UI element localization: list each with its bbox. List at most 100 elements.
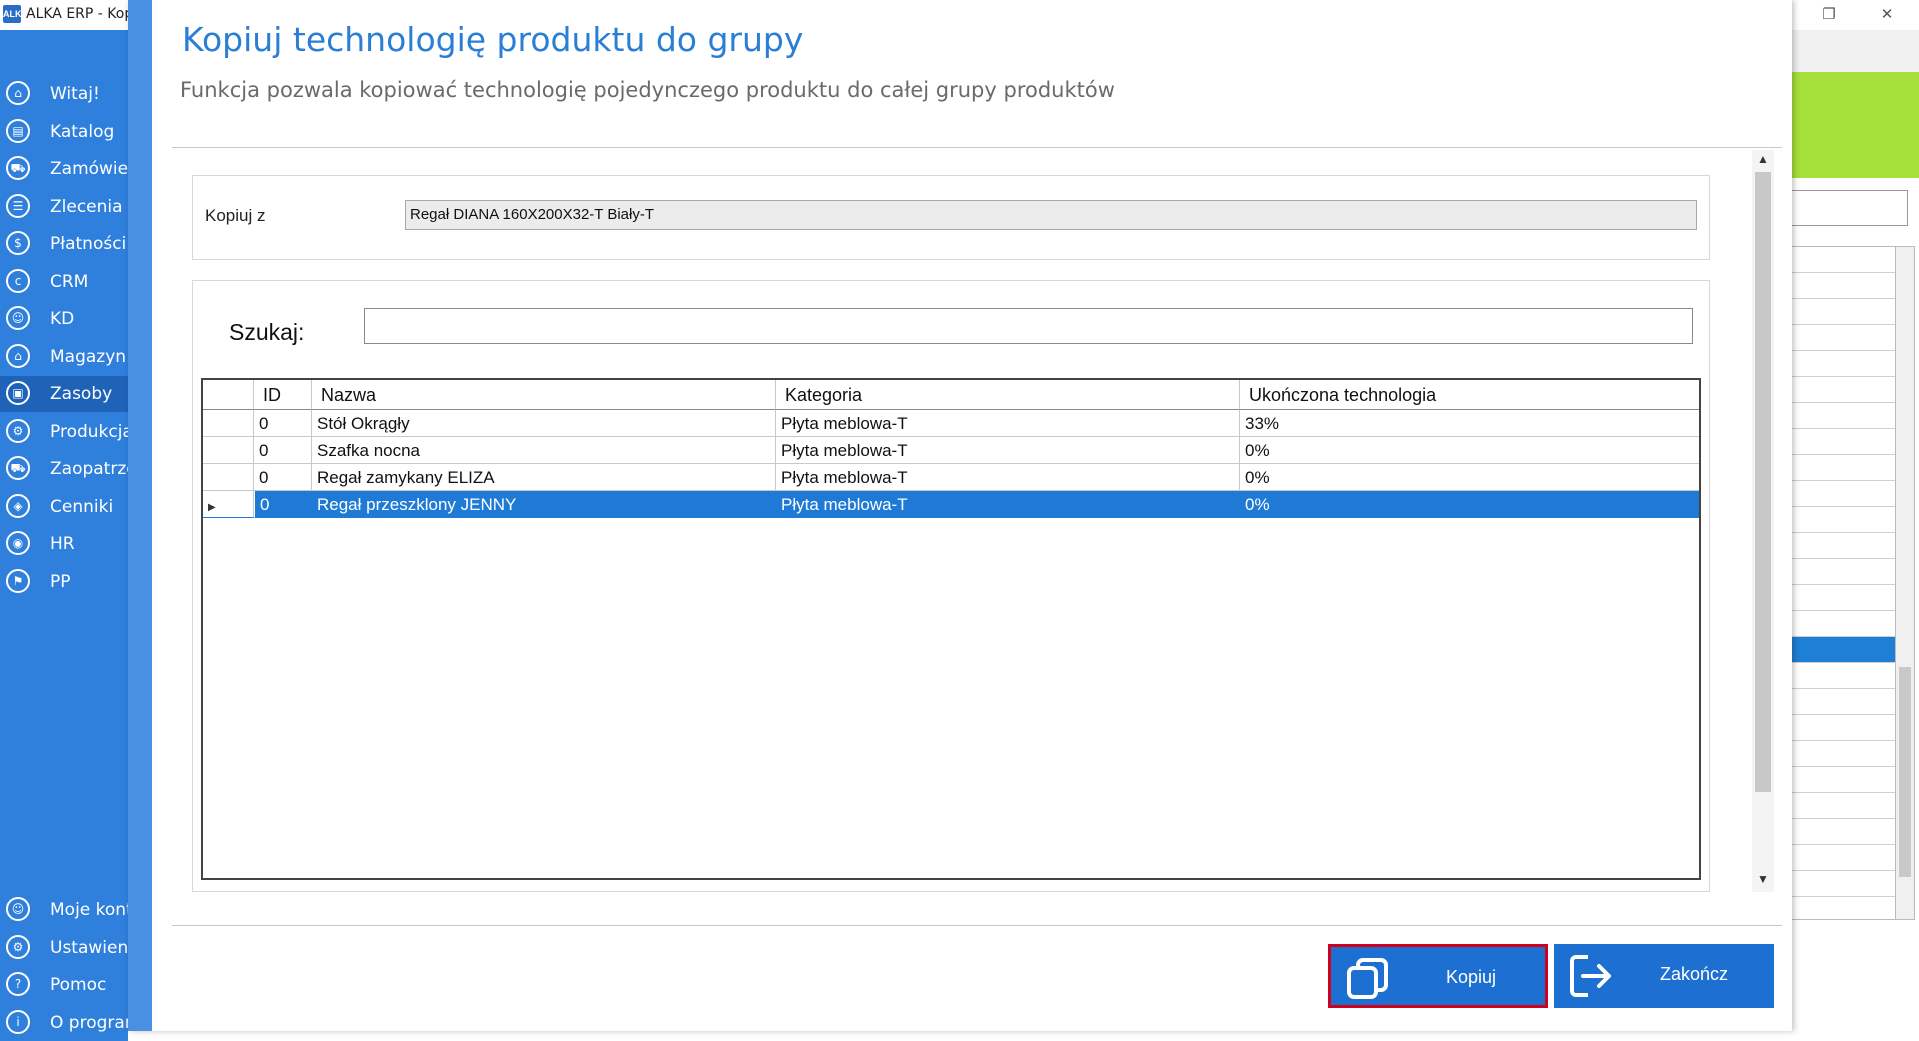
cell-category: Płyta meblowa-T	[776, 410, 1240, 437]
background-list-row[interactable]	[1791, 559, 1896, 585]
column-header-completed[interactable]: Ukończona technologia	[1240, 380, 1699, 410]
row-pointer-icon: ▶	[208, 502, 216, 513]
sidebar-item-help[interactable]: ? Pomoc	[0, 967, 128, 1003]
sidebar-item-production[interactable]: ⚙ Produkcja	[0, 413, 128, 450]
sidebar-item-book[interactable]: ▤ Katalog	[0, 113, 128, 150]
background-list-row[interactable]	[1791, 455, 1896, 481]
column-header-name[interactable]: Nazwa	[312, 380, 776, 410]
table-row[interactable]: 0 Szafka nocna Płyta meblowa-T 0%	[203, 437, 1699, 464]
table-row[interactable]: 0 Stół Okrągły Płyta meblowa-T 33%	[203, 410, 1699, 437]
background-list-row[interactable]	[1791, 533, 1896, 559]
home-icon: ⌂	[6, 81, 30, 105]
pp-icon: ⚑	[6, 568, 30, 593]
row-header-cell[interactable]	[203, 464, 254, 491]
scroll-up-arrow-icon[interactable]: ▲	[1752, 152, 1774, 170]
background-list-row[interactable]	[1791, 299, 1896, 325]
background-scroll-thumb[interactable]	[1899, 667, 1911, 877]
sidebar-item-warehouse[interactable]: ⌂ Magazyn	[0, 338, 128, 375]
window-close-button[interactable]: ✕	[1858, 0, 1916, 30]
cell-name: Regał zamykany ELIZA	[312, 464, 776, 491]
dialog-scrollbar[interactable]: ▲ ▼	[1752, 150, 1774, 892]
sidebar-item-tag[interactable]: ◈ Cenniki	[0, 488, 128, 525]
background-list-scrollbar[interactable]	[1895, 246, 1915, 920]
app-logo-icon: ALK	[3, 5, 22, 23]
background-list-row[interactable]	[1791, 481, 1896, 507]
divider	[172, 925, 1782, 926]
sidebar-item-label: Ustawienia	[50, 937, 128, 958]
cell-category: Płyta meblowa-T	[776, 437, 1240, 464]
account-icon: ☺	[6, 897, 30, 921]
sidebar-item-settings[interactable]: ⚙ Ustawienia	[0, 929, 128, 966]
dialog-scroll-thumb[interactable]	[1755, 172, 1771, 792]
row-header-cell[interactable]	[203, 437, 254, 464]
background-list-row[interactable]	[1791, 585, 1896, 611]
background-list-row[interactable]	[1791, 377, 1896, 403]
table-row[interactable]: 0 Regał zamykany ELIZA Płyta meblowa-T 0%	[203, 464, 1699, 491]
sidebar-item-pp[interactable]: ⚑ PP	[0, 563, 128, 600]
cell-category: Płyta meblowa-T	[776, 491, 1240, 518]
sidebar-item-resources[interactable]: ▣ Zasoby	[0, 376, 128, 412]
column-header-category[interactable]: Kategoria	[776, 380, 1240, 410]
column-header-id[interactable]: ID	[254, 380, 312, 410]
copy-button-label: Kopiuj	[1445, 967, 1497, 987]
background-list-row[interactable]	[1791, 871, 1896, 897]
sidebar-item-label: Witaj!	[50, 84, 100, 104]
table-header-row: ID Nazwa Kategoria Ukończona technologia	[203, 380, 1699, 410]
truck-icon: ⛟	[6, 456, 30, 480]
sidebar-item-cart[interactable]: ⛟ Zamówienia	[0, 151, 128, 187]
finish-button[interactable]: Zakończ	[1554, 944, 1774, 1008]
window-restore-button[interactable]: ❐	[1800, 0, 1858, 30]
background-list-row[interactable]	[1791, 819, 1896, 845]
background-list-row[interactable]	[1791, 845, 1896, 871]
row-header-cell[interactable]	[203, 410, 254, 437]
sidebar-item-list[interactable]: ☰ Zlecenia	[0, 188, 128, 225]
background-search-input[interactable]	[1790, 190, 1908, 226]
background-list-row[interactable]	[1791, 611, 1896, 637]
background-list-row[interactable]	[1791, 897, 1896, 919]
book-icon: ▤	[6, 118, 30, 143]
copy-technology-dialog: Kopiuj technologię produktu do grupy Fun…	[128, 0, 1792, 1031]
background-list-row[interactable]	[1791, 325, 1896, 351]
sidebar-item-dollar[interactable]: $ Płatności	[0, 226, 128, 262]
table-row[interactable]: ▶ 0 Regał przeszklony JENNY Płyta meblowa-T…	[203, 491, 1699, 518]
sidebar-item-crm[interactable]: c CRM	[0, 263, 128, 300]
cell-name: Stół Okrągły	[312, 410, 776, 437]
search-input[interactable]	[364, 308, 1693, 344]
cart-icon: ⛟	[6, 156, 30, 180]
row-header-cell[interactable]: ▶	[203, 491, 254, 518]
sidebar-item-truck[interactable]: ⛟ Zaopatrzenie	[0, 451, 128, 487]
background-list-row[interactable]	[1791, 273, 1896, 299]
background-list-row[interactable]	[1791, 637, 1896, 663]
background-list-row[interactable]	[1791, 663, 1896, 689]
person-icon: ☺	[6, 306, 30, 330]
background-list-row[interactable]	[1791, 429, 1896, 455]
background-list-row[interactable]	[1791, 403, 1896, 429]
divider	[172, 147, 1782, 148]
background-list-row[interactable]	[1791, 793, 1896, 819]
window-title: ALKA ERP - Kop	[26, 6, 134, 22]
sidebar-item-account[interactable]: ☺ Moje konto	[0, 892, 128, 928]
background-list-row[interactable]	[1791, 689, 1896, 715]
sidebar-item-label: CRM	[50, 271, 89, 292]
products-table: ID Nazwa Kategoria Ukończona technologia…	[201, 378, 1701, 880]
background-list-row[interactable]	[1791, 767, 1896, 793]
sidebar-item-person[interactable]: ☺ KD	[0, 301, 128, 337]
sidebar-item-label: Zamówienia	[50, 159, 128, 179]
sidebar-item-info[interactable]: i O programie	[0, 1004, 128, 1041]
production-icon: ⚙	[6, 418, 30, 443]
background-list-row[interactable]	[1791, 351, 1896, 377]
sidebar-item-hr[interactable]: ◉ HR	[0, 526, 128, 562]
background-green-banner	[1790, 72, 1919, 178]
cell-name: Regał przeszklony JENNY	[312, 491, 776, 518]
scroll-down-arrow-icon[interactable]: ▼	[1752, 872, 1774, 890]
cell-completed: 0%	[1240, 491, 1699, 518]
background-list-row[interactable]	[1791, 507, 1896, 533]
background-list-row[interactable]	[1791, 247, 1896, 273]
background-list-row[interactable]	[1791, 741, 1896, 767]
copy-button[interactable]: Kopiuj	[1328, 944, 1548, 1008]
sidebar-item-label: Pomoc	[50, 975, 107, 995]
sidebar-item-home[interactable]: ⌂ Witaj!	[0, 76, 128, 112]
sidebar-item-label: KD	[50, 309, 75, 329]
background-list-row[interactable]	[1791, 715, 1896, 741]
sidebar-header	[0, 30, 128, 74]
